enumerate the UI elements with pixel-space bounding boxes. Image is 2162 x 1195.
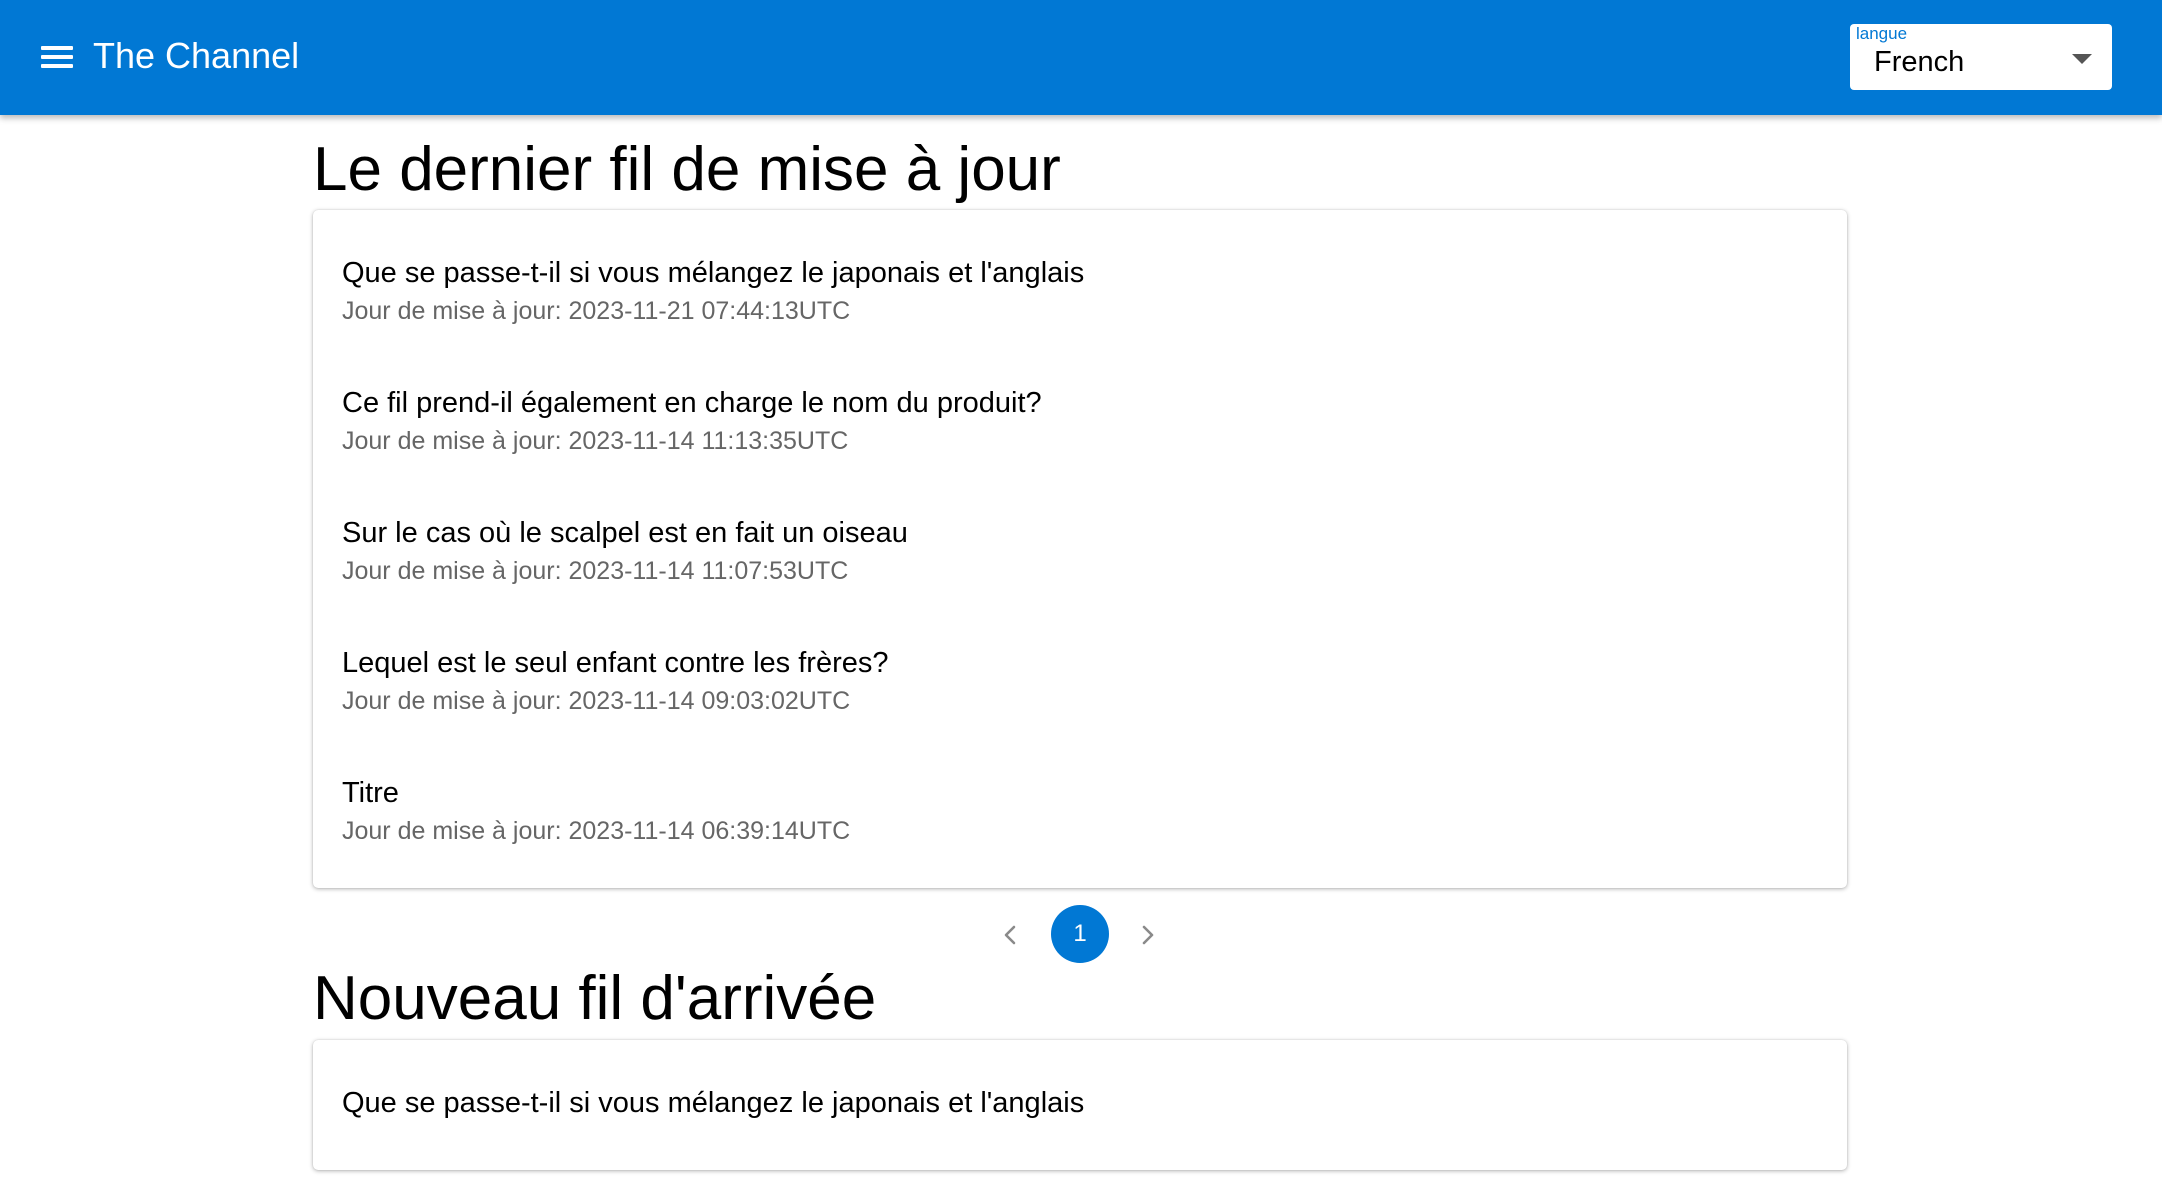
language-label: langue bbox=[1856, 24, 1908, 43]
updated-section-title: Le dernier fil de mise à jour bbox=[313, 135, 1061, 204]
thread-title[interactable]: Lequel est le seul enfant contre les frè… bbox=[342, 645, 889, 681]
thread-item[interactable]: Que se passe-t-il si vous mélangez le ja… bbox=[342, 1085, 1818, 1195]
thread-item[interactable]: Ce fil prend-il également en charge le n… bbox=[342, 385, 1818, 495]
thread-date: Jour de mise à jour: 2023-11-14 09:03:02… bbox=[342, 687, 851, 715]
chevron-right-icon[interactable] bbox=[1128, 915, 1168, 955]
language-value: French bbox=[1874, 46, 1965, 78]
thread-date: Jour de mise à jour: 2023-11-14 11:13:35… bbox=[342, 427, 849, 455]
thread-title[interactable]: Titre bbox=[342, 775, 399, 811]
thread-date: Jour de mise à jour: 2023-11-14 06:39:14… bbox=[342, 817, 851, 845]
thread-title[interactable]: Ce fil prend-il également en charge le n… bbox=[342, 385, 1042, 421]
thread-item[interactable]: Sur le cas où le scalpel est en fait un … bbox=[342, 515, 1818, 625]
thread-title[interactable]: Que se passe-t-il si vous mélangez le ja… bbox=[342, 255, 1084, 291]
new-thread-list: Que se passe-t-il si vous mélangez le ja… bbox=[313, 1040, 1847, 1170]
pagination: 1 bbox=[990, 905, 1170, 965]
caret-down-icon bbox=[2072, 54, 2092, 64]
app-bar: The Channel langue French bbox=[0, 0, 2162, 115]
updated-thread-list: Que se passe-t-il si vous mélangez le ja… bbox=[313, 210, 1847, 888]
language-select[interactable]: langue French bbox=[1850, 24, 2112, 90]
thread-item[interactable]: Que se passe-t-il si vous mélangez le ja… bbox=[342, 255, 1818, 365]
app-title: The Channel bbox=[93, 35, 300, 76]
chevron-left-icon[interactable] bbox=[990, 915, 1030, 955]
thread-title[interactable]: Sur le cas où le scalpel est en fait un … bbox=[342, 515, 908, 551]
menu-icon[interactable] bbox=[38, 40, 76, 74]
thread-item[interactable]: Titre Jour de mise à jour: 2023-11-14 06… bbox=[342, 775, 1818, 885]
new-section-title: Nouveau fil d'arrivée bbox=[313, 964, 877, 1033]
thread-date: Jour de mise à jour: 2023-11-14 11:07:53… bbox=[342, 557, 849, 585]
thread-title[interactable]: Que se passe-t-il si vous mélangez le ja… bbox=[342, 1085, 1084, 1121]
thread-item[interactable]: Lequel est le seul enfant contre les frè… bbox=[342, 645, 1818, 755]
page-button-current[interactable]: 1 bbox=[1051, 905, 1109, 963]
thread-date: Jour de mise à jour: 2023-11-21 07:44:13… bbox=[342, 297, 851, 325]
